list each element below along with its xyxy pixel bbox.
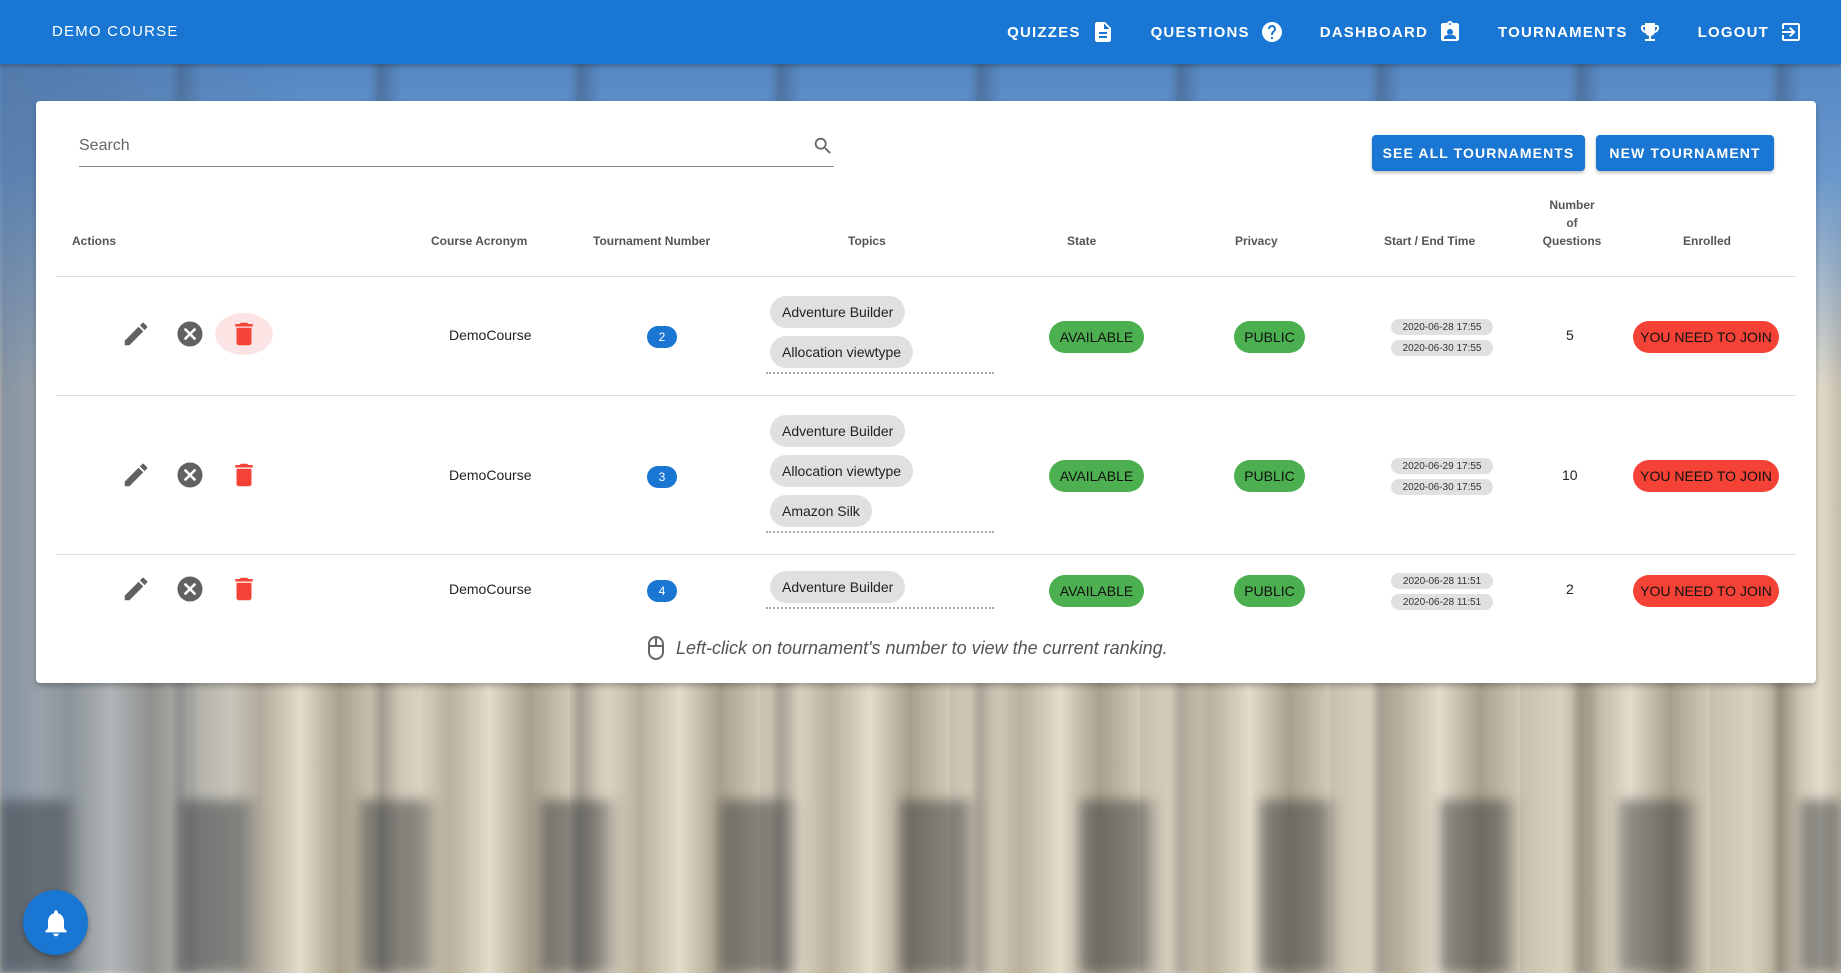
edit-button[interactable] <box>118 457 154 493</box>
ranking-hint-text: Left-click on tournament's number to vie… <box>676 637 1168 658</box>
help-circle-icon <box>1261 22 1282 42</box>
topic-chip: Allocation viewtype <box>770 455 914 487</box>
nav-dashboard-label: DASHBOARD <box>1319 23 1429 41</box>
course-acronym: DemoCourse <box>449 327 532 343</box>
enrolled-badge[interactable]: YOU NEED TO JOIN <box>1633 321 1779 353</box>
header-topics[interactable]: Topics <box>848 232 886 250</box>
mouse-icon <box>648 636 664 660</box>
state-badge: AVAILABLE <box>1049 321 1144 353</box>
nav-quizzes[interactable]: QUIZZES <box>989 0 1132 64</box>
number-of-questions: 5 <box>1566 327 1574 343</box>
top-app-bar: DEMO COURSE QUIZZES QUESTIONS DASHBOARD … <box>0 0 1841 64</box>
account-box-icon <box>1441 21 1460 41</box>
number-of-questions: 2 <box>1566 581 1574 597</box>
delete-button[interactable] <box>226 457 262 493</box>
nav-logout-label: LOGOUT <box>1697 23 1769 41</box>
cancel-button[interactable] <box>172 457 208 493</box>
header-number-of-questions-line3: Questions <box>1542 234 1602 248</box>
trash-icon <box>235 463 253 487</box>
privacy-badge: PUBLIC <box>1234 575 1305 607</box>
tournament-number-chip[interactable]: 3 <box>647 466 677 488</box>
header-tournament-number[interactable]: Tournament Number <box>593 232 710 250</box>
nav-tournaments-label: TOURNAMENTS <box>1498 23 1628 41</box>
bell-icon <box>44 909 67 936</box>
state-badge: AVAILABLE <box>1049 575 1144 607</box>
cancel-button[interactable] <box>172 316 208 352</box>
nav-questions[interactable]: QUESTIONS <box>1133 0 1302 64</box>
topics-list: Adventure Builder Allocation viewtype Am… <box>766 411 994 533</box>
table-row: DemoCourse 2 Adventure Builder Allocatio… <box>56 277 1796 396</box>
table-row: DemoCourse 3 Adventure Builder Allocatio… <box>56 396 1796 555</box>
privacy-badge: PUBLIC <box>1234 460 1305 492</box>
topic-chip: Adventure Builder <box>770 296 906 328</box>
privacy-badge: PUBLIC <box>1234 321 1305 353</box>
pencil-icon <box>124 463 148 487</box>
topics-list: Adventure Builder <box>766 567 994 609</box>
logout-icon <box>1782 23 1800 41</box>
close-circle-icon <box>177 321 203 347</box>
end-time-chip: 2020-06-30 17:55 <box>1391 340 1493 356</box>
search-icon[interactable] <box>812 135 834 157</box>
ranking-hint: Left-click on tournament's number to vie… <box>646 636 1168 660</box>
start-time-chip: 2020-06-28 11:51 <box>1391 573 1493 589</box>
topic-chip: Adventure Builder <box>770 415 906 447</box>
start-time-chip: 2020-06-28 17:55 <box>1391 319 1493 335</box>
course-acronym: DemoCourse <box>449 581 532 597</box>
pencil-icon <box>124 322 148 346</box>
nav-questions-label: QUESTIONS <box>1150 23 1250 41</box>
close-circle-icon <box>177 576 203 602</box>
trash-icon <box>235 577 253 601</box>
table-row: DemoCourse 4 Adventure Builder AVAILABLE… <box>56 555 1796 625</box>
start-time-chip: 2020-06-29 17:55 <box>1391 458 1493 474</box>
header-number-of-questions-line1: Number <box>1549 198 1595 212</box>
end-time-chip: 2020-06-28 11:51 <box>1391 594 1493 610</box>
tournament-number-chip[interactable]: 4 <box>647 580 677 602</box>
background-windows <box>0 800 1841 973</box>
search-input[interactable] <box>79 131 779 161</box>
nav-tournaments[interactable]: TOURNAMENTS <box>1480 0 1680 64</box>
edit-button[interactable] <box>118 316 154 352</box>
topics-list: Adventure Builder Allocation viewtype <box>766 292 994 374</box>
trash-icon <box>235 322 253 346</box>
enrolled-badge[interactable]: YOU NEED TO JOIN <box>1633 575 1779 607</box>
topic-chip: Allocation viewtype <box>770 336 914 368</box>
end-time-chip: 2020-06-30 17:55 <box>1391 479 1493 495</box>
notifications-button[interactable] <box>23 890 88 955</box>
nav-quizzes-label: QUIZZES <box>1007 23 1081 41</box>
delete-button[interactable] <box>226 571 262 607</box>
header-number-of-questions-line2: of <box>1566 216 1578 230</box>
nav-dashboard[interactable]: DASHBOARD <box>1302 0 1480 64</box>
delete-button[interactable] <box>215 313 273 355</box>
state-badge: AVAILABLE <box>1049 460 1144 492</box>
topic-chip: Amazon Silk <box>770 495 872 527</box>
cancel-button[interactable] <box>172 571 208 607</box>
close-circle-icon <box>177 462 203 488</box>
see-all-tournaments-button[interactable]: SEE ALL TOURNAMENTS <box>1372 135 1585 171</box>
new-tournament-button[interactable]: NEW TOURNAMENT <box>1596 135 1774 171</box>
pencil-icon <box>124 577 148 601</box>
header-privacy[interactable]: Privacy <box>1235 232 1278 250</box>
tournament-number-chip[interactable]: 2 <box>647 326 677 348</box>
main-nav: QUIZZES QUESTIONS DASHBOARD TOURNAMENTS … <box>989 0 1821 64</box>
topic-chip: Adventure Builder <box>770 571 906 603</box>
search-field[interactable] <box>79 131 834 167</box>
trophy-icon <box>1640 23 1659 41</box>
header-actions[interactable]: Actions <box>72 232 116 250</box>
nav-logout[interactable]: LOGOUT <box>1680 0 1821 64</box>
header-course-acronym[interactable]: Course Acronym <box>431 232 527 250</box>
header-start-end-time[interactable]: Start / End Time <box>1384 232 1475 250</box>
edit-button[interactable] <box>118 571 154 607</box>
header-number-of-questions[interactable]: Number of Questions <box>1540 196 1604 250</box>
course-acronym: DemoCourse <box>449 467 532 483</box>
header-enrolled[interactable]: Enrolled <box>1683 232 1731 250</box>
number-of-questions: 10 <box>1562 467 1578 483</box>
app-title[interactable]: DEMO COURSE <box>52 23 179 40</box>
tournaments-card: SEE ALL TOURNAMENTS NEW TOURNAMENT Actio… <box>36 101 1816 683</box>
header-state[interactable]: State <box>1067 232 1096 250</box>
enrolled-badge[interactable]: YOU NEED TO JOIN <box>1633 460 1779 492</box>
file-document-icon <box>1094 22 1111 42</box>
